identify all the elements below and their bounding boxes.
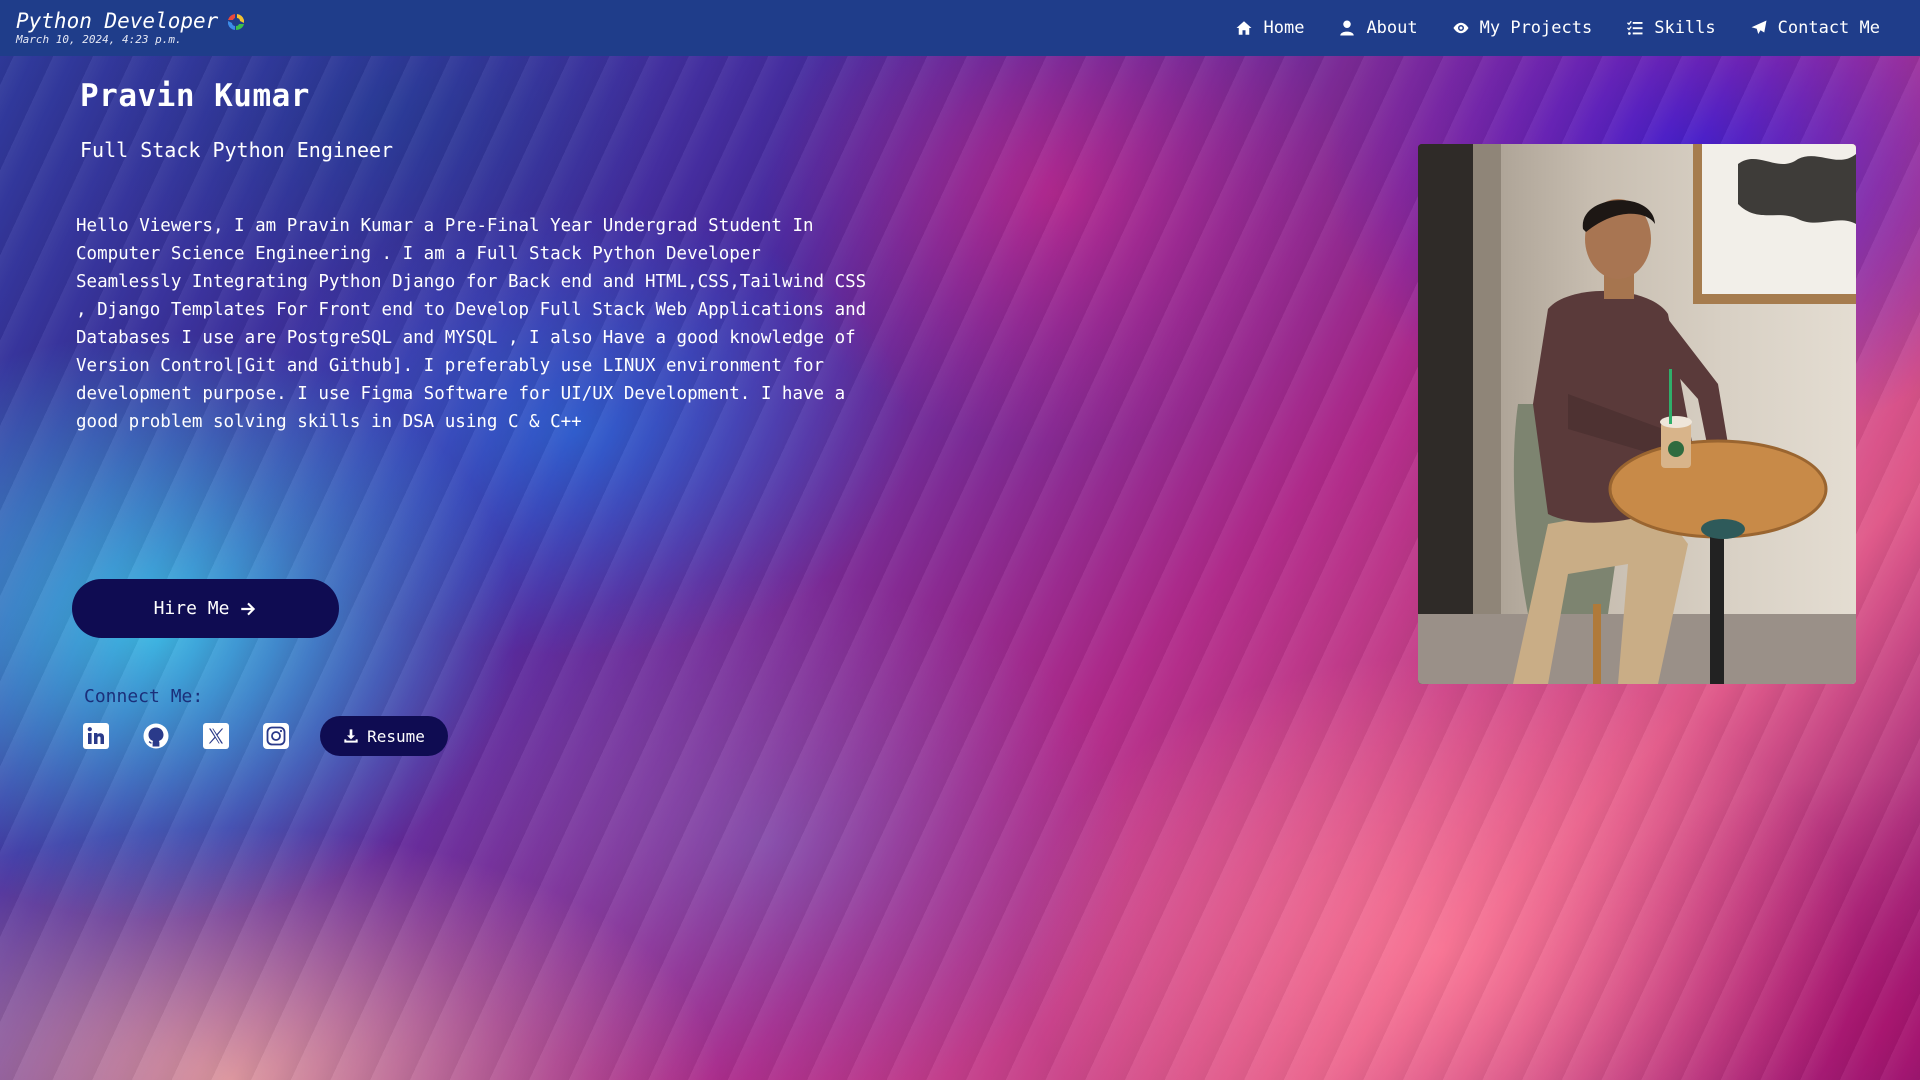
arrow-right-icon [241, 602, 256, 615]
instagram-link[interactable] [262, 722, 290, 750]
paper-plane-icon [1751, 20, 1767, 34]
profile-photo [1418, 144, 1856, 684]
list-check-icon [1627, 20, 1643, 35]
linkedin-icon [83, 723, 109, 749]
nav-item-projects[interactable]: My Projects [1452, 18, 1593, 38]
nav-label-skills: Skills [1654, 18, 1716, 38]
hero-name: Pravin Kumar [80, 78, 310, 114]
nav-menu: Home About My Projects Skills Contact Me [1235, 18, 1880, 38]
resume-button[interactable]: Resume [320, 716, 448, 756]
nav-label-home: Home [1263, 18, 1305, 38]
nav-label-about: About [1366, 18, 1418, 38]
x-twitter-link[interactable] [202, 722, 230, 750]
navbar: Python Developer March 10, 2024, 4:23 p.… [0, 0, 1920, 56]
hire-me-button[interactable]: Hire Me [72, 579, 339, 638]
user-icon [1340, 20, 1355, 36]
resume-label: Resume [367, 726, 425, 746]
hero-section: Pravin Kumar Full Stack Python Engineer … [0, 0, 1920, 1080]
nav-item-skills[interactable]: Skills [1626, 18, 1716, 38]
social-links [82, 722, 290, 750]
python-logo-icon [228, 13, 245, 30]
hire-me-label: Hire Me [153, 598, 230, 619]
linkedin-link[interactable] [82, 722, 110, 750]
nav-item-about[interactable]: About [1338, 18, 1418, 38]
nav-item-home[interactable]: Home [1235, 18, 1304, 38]
nav-label-projects: My Projects [1479, 18, 1593, 38]
instagram-icon [263, 723, 289, 749]
eye-icon [1453, 22, 1469, 34]
brand-title: Python Developer [16, 9, 219, 34]
hero-role: Full Stack Python Engineer [80, 138, 394, 162]
brand[interactable]: Python Developer March 10, 2024, 4:23 p.… [16, 10, 246, 45]
nav-item-contact[interactable]: Contact Me [1750, 18, 1880, 38]
x-twitter-icon [203, 723, 229, 749]
github-link[interactable] [142, 722, 170, 750]
github-icon [143, 723, 169, 749]
download-icon [344, 729, 358, 743]
home-icon [1236, 21, 1252, 35]
hero-bio: Hello Viewers, I am Pravin Kumar a Pre-F… [76, 216, 867, 432]
profile-photo-illustration [1418, 144, 1856, 684]
nav-label-contact: Contact Me [1777, 18, 1880, 38]
connect-label: Connect Me: [84, 686, 204, 707]
brand-date: March 10, 2024, 4:23 p.m. [16, 32, 182, 46]
